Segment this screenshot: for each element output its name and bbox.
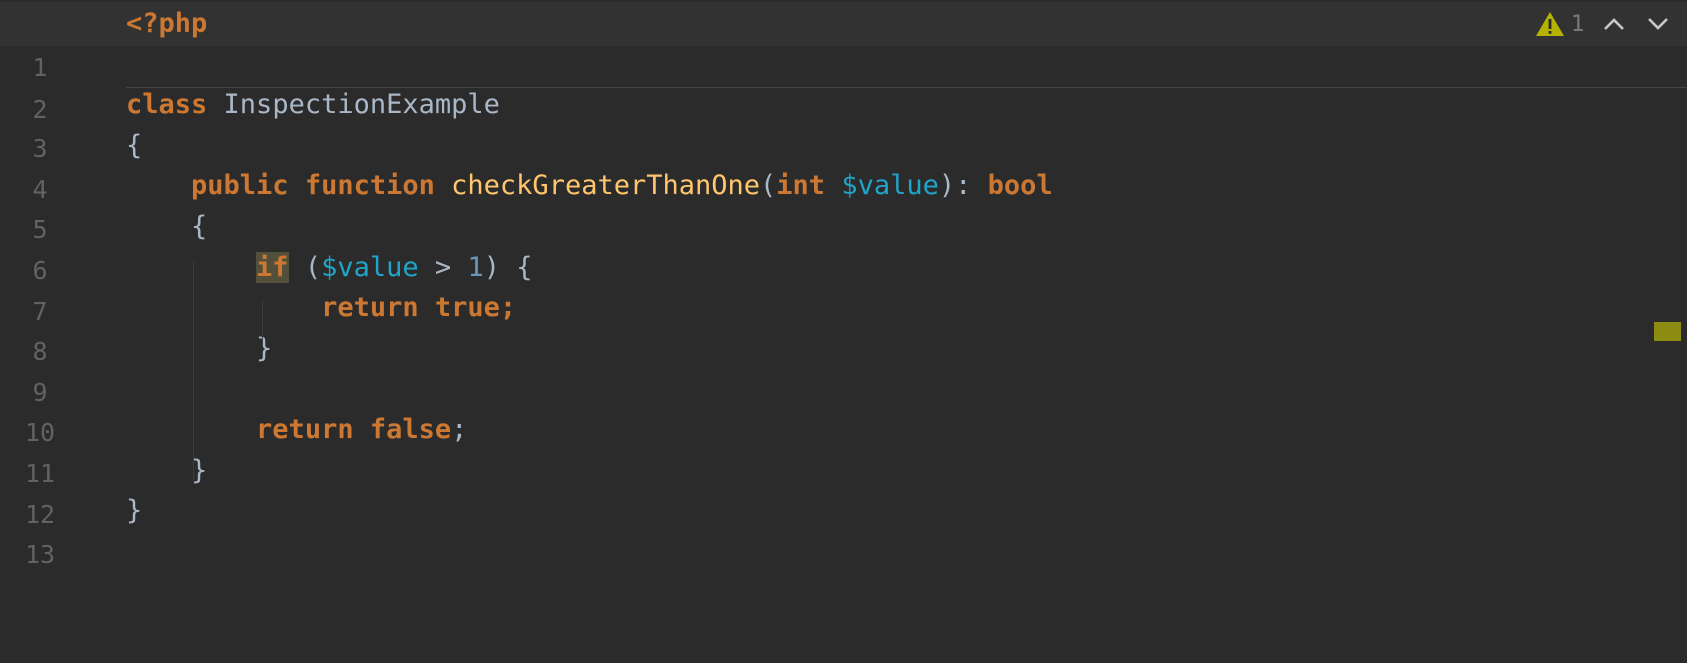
keyword-class: class bbox=[126, 89, 208, 120]
paren-close: ) bbox=[938, 170, 956, 201]
php-open-tag: <?php bbox=[126, 8, 208, 39]
code-line-7[interactable]: 7 if ($value > 1) { bbox=[0, 246, 1687, 326]
method-name: checkGreaterThanOne bbox=[451, 170, 761, 201]
indent-guide bbox=[193, 262, 194, 480]
code-editor[interactable]: 1 <?php 2 3 class InspectionExample 4 { … bbox=[0, 0, 1687, 582]
paren-open: ( bbox=[304, 252, 322, 283]
next-highlighted-error-button[interactable] bbox=[1643, 9, 1673, 39]
semicolon: ; bbox=[499, 292, 517, 323]
keyword-true: true bbox=[434, 292, 500, 323]
line-number: 13 bbox=[24, 539, 56, 569]
code-line-1[interactable]: 1 <?php bbox=[0, 2, 1687, 82]
semicolon: ; bbox=[451, 414, 468, 445]
code-line-13[interactable]: 13 } bbox=[0, 489, 1687, 569]
chevron-down-icon bbox=[1648, 18, 1668, 30]
code-line-3[interactable]: 3 class InspectionExample bbox=[0, 83, 1687, 163]
paren-open: ( bbox=[760, 170, 777, 201]
code-line-11[interactable]: 11 return false; bbox=[0, 408, 1687, 488]
number-one: 1 bbox=[467, 252, 484, 283]
brace-close: } bbox=[256, 333, 273, 364]
keyword-return: return bbox=[256, 414, 354, 445]
code-line-6[interactable]: 6 { bbox=[0, 205, 1687, 285]
chevron-up-icon bbox=[1604, 18, 1624, 30]
code-line-4[interactable]: 4 { bbox=[0, 124, 1687, 204]
keyword-public: public bbox=[191, 170, 289, 201]
warning-triangle-icon[interactable] bbox=[1535, 11, 1565, 37]
code-line-2[interactable]: 2 bbox=[0, 44, 1687, 124]
class-name: InspectionExample bbox=[223, 89, 500, 120]
operator-gt: > bbox=[434, 252, 452, 283]
param-variable: $value bbox=[841, 170, 939, 201]
type-bool: bool bbox=[987, 170, 1053, 201]
keyword-false: false bbox=[369, 414, 452, 445]
variable-value: $value bbox=[321, 252, 419, 283]
paren-close: ) bbox=[483, 252, 500, 283]
keyword-if-highlighted[interactable]: if bbox=[256, 252, 289, 283]
colon: : bbox=[955, 170, 972, 201]
code-line-10[interactable]: 10 bbox=[0, 367, 1687, 447]
code-line-8[interactable]: 8 return true; bbox=[0, 286, 1687, 366]
code-line-9[interactable]: 9 } bbox=[0, 327, 1687, 407]
warning-stripe-marker[interactable] bbox=[1654, 322, 1681, 341]
brace-close: } bbox=[126, 495, 143, 526]
indent-guide bbox=[262, 300, 263, 344]
warning-count: 1 bbox=[1571, 11, 1585, 37]
code-line-5[interactable]: 5 public function checkGreaterThanOne(in… bbox=[0, 164, 1687, 244]
inspection-widget: 1 bbox=[1497, 4, 1687, 44]
code-line-12[interactable]: 12 } bbox=[0, 449, 1687, 529]
type-int: int bbox=[776, 170, 826, 201]
brace-open: { bbox=[126, 130, 143, 161]
brace-open: { bbox=[191, 211, 208, 242]
keyword-return: return bbox=[321, 292, 419, 323]
previous-highlighted-error-button[interactable] bbox=[1599, 9, 1629, 39]
brace-open: { bbox=[516, 252, 533, 283]
keyword-function: function bbox=[304, 170, 435, 201]
